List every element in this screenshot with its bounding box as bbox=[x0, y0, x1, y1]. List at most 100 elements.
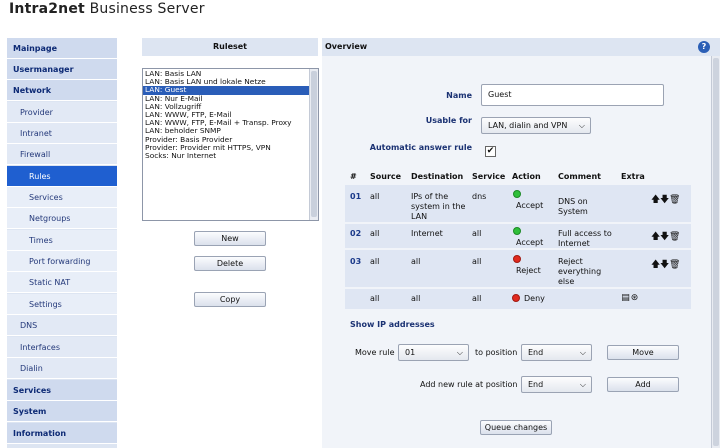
overview-header: Overview ? bbox=[322, 38, 720, 56]
sidebar-item-firewall[interactable]: Firewall bbox=[7, 144, 117, 165]
sidebar-item-port-forwarding[interactable]: Port forwarding bbox=[7, 251, 117, 272]
rule-service: all bbox=[472, 229, 482, 238]
rule-source: all bbox=[370, 257, 380, 266]
ruleset-title: Ruleset bbox=[142, 38, 318, 56]
auto-answer-label: Automatic answer rule bbox=[369, 143, 472, 152]
settings-icon[interactable]: ⊛ bbox=[630, 293, 639, 303]
rule-comment: DNS on System bbox=[558, 197, 588, 216]
ruleset-item[interactable]: Socks: Nur Internet bbox=[143, 151, 309, 160]
accept-status-icon bbox=[513, 227, 523, 237]
rule-actions: 🡅🡇🗑 bbox=[651, 229, 680, 245]
delete-icon[interactable]: 🗑 bbox=[669, 232, 680, 242]
add-button[interactable]: Add bbox=[607, 377, 679, 392]
sidebar-item-services[interactable]: Services bbox=[7, 187, 117, 208]
name-label: Name bbox=[446, 91, 472, 100]
default-rule-actions: ▤⊛ bbox=[621, 293, 639, 303]
sidebar-item-information[interactable]: Information bbox=[7, 423, 117, 444]
overview-title: Overview bbox=[325, 42, 368, 51]
rule-action: Reject bbox=[516, 266, 541, 275]
rule-action: Deny bbox=[524, 294, 545, 303]
sidebar-item-netgroups[interactable]: Netgroups bbox=[7, 208, 117, 229]
move-up-icon[interactable]: 🡅 bbox=[651, 257, 660, 273]
rule-destination: Internet bbox=[411, 229, 443, 238]
sidebar-item-provider[interactable]: Provider bbox=[7, 102, 117, 123]
ruleset-scrollbar[interactable] bbox=[309, 69, 318, 220]
sidebar-item-services-main[interactable]: Services bbox=[7, 380, 117, 401]
col-destination: Destination bbox=[411, 172, 464, 181]
rule-service: all bbox=[472, 294, 482, 303]
table-row[interactable]: 02 all Internet all Accept Full access t… bbox=[345, 224, 691, 248]
sidebar-item-settings[interactable]: Settings bbox=[7, 294, 117, 315]
col-num: # bbox=[350, 172, 357, 181]
sidebar-item-times[interactable]: Times bbox=[7, 230, 117, 251]
rule-number[interactable]: 03 bbox=[350, 257, 361, 267]
overview-panel: Overview ? Name Guest Usable for LAN, di… bbox=[322, 38, 720, 448]
move-rule-label: Move rule bbox=[355, 348, 395, 357]
move-button[interactable]: Move bbox=[607, 345, 679, 360]
log-icon[interactable]: ▤ bbox=[621, 293, 630, 303]
accept-status-icon bbox=[513, 190, 523, 200]
add-position-select[interactable]: End ⌵ bbox=[521, 376, 592, 393]
rule-number[interactable]: 02 bbox=[350, 229, 361, 239]
usable-for-label: Usable for bbox=[425, 116, 472, 125]
default-rule-row[interactable]: all all all Deny ▤⊛ bbox=[345, 289, 691, 309]
col-source: Source bbox=[370, 172, 402, 181]
rule-actions: 🡅🡇🗑 bbox=[651, 257, 680, 273]
chevron-down-icon: ⌵ bbox=[578, 121, 585, 130]
table-row[interactable]: 03 all all all Reject Reject everything … bbox=[345, 250, 691, 287]
move-down-icon[interactable]: 🡇 bbox=[660, 192, 669, 208]
help-icon[interactable]: ? bbox=[698, 41, 710, 53]
new-ruleset-button[interactable]: New bbox=[194, 231, 266, 246]
rule-source: all bbox=[370, 294, 380, 303]
col-comment: Comment bbox=[558, 172, 601, 181]
rule-destination: all bbox=[411, 257, 421, 266]
rule-source: all bbox=[370, 229, 380, 238]
rules-table-header: # Source Destination Service Action Comm… bbox=[345, 172, 691, 184]
col-service: Service bbox=[472, 172, 506, 181]
rule-action: Accept bbox=[516, 201, 544, 210]
overview-scrollbar[interactable] bbox=[711, 56, 720, 448]
delete-icon[interactable]: 🗑 bbox=[669, 260, 680, 270]
move-rule-select[interactable]: 01 ⌵ bbox=[398, 344, 469, 361]
sidebar-item-dns[interactable]: DNS bbox=[7, 315, 117, 336]
sidebar-item-rules[interactable]: Rules bbox=[7, 166, 117, 187]
move-up-icon[interactable]: 🡅 bbox=[651, 229, 660, 245]
rule-actions: 🡅🡇🗑 bbox=[651, 192, 680, 208]
table-row[interactable]: 01 all IPs of the system in the LAN dns … bbox=[345, 185, 691, 222]
col-action: Action bbox=[512, 172, 541, 181]
sidebar-item-system[interactable]: System bbox=[7, 401, 117, 422]
brand-logo: Intra2net Business Server bbox=[9, 1, 205, 17]
auto-answer-checkbox[interactable]: ✔ bbox=[485, 146, 496, 157]
delete-icon[interactable]: 🗑 bbox=[669, 195, 680, 205]
sidebar-item-intranet[interactable]: Intranet bbox=[7, 123, 117, 144]
sidebar-item-static-nat[interactable]: Static NAT bbox=[7, 272, 117, 293]
usable-for-select[interactable]: LAN, dialin and VPN ⌵ bbox=[481, 117, 591, 134]
delete-ruleset-button[interactable]: Delete bbox=[194, 256, 266, 271]
queue-changes-button[interactable]: Queue changes bbox=[480, 420, 552, 435]
move-down-icon[interactable]: 🡇 bbox=[660, 229, 669, 245]
rule-comment: Reject everything else bbox=[558, 257, 602, 286]
chevron-down-icon: ⌵ bbox=[456, 348, 463, 357]
rule-destination: all bbox=[411, 294, 421, 303]
sidebar-item-mainpage[interactable]: Mainpage bbox=[7, 38, 117, 59]
sidebar: Mainpage Usermanager Network Provider In… bbox=[7, 38, 117, 448]
sidebar-item-usermanager[interactable]: Usermanager bbox=[7, 59, 117, 80]
move-down-icon[interactable]: 🡇 bbox=[660, 257, 669, 273]
reject-status-icon bbox=[513, 255, 523, 265]
show-ip-addresses-link[interactable]: Show IP addresses bbox=[350, 320, 435, 329]
deny-status-icon bbox=[512, 294, 522, 304]
rule-comment: Full access to Internet bbox=[558, 229, 612, 248]
to-position-select[interactable]: End ⌵ bbox=[521, 344, 592, 361]
copy-ruleset-button[interactable]: Copy bbox=[194, 292, 266, 307]
ruleset-list[interactable]: LAN: Basis LAN LAN: Basis LAN und lokale… bbox=[142, 68, 319, 221]
to-position-label: to position bbox=[475, 348, 518, 357]
rule-number[interactable]: 01 bbox=[350, 192, 361, 202]
sidebar-item-dialin[interactable]: Dialin bbox=[7, 358, 117, 379]
add-rule-label: Add new rule at position bbox=[420, 380, 518, 389]
name-field[interactable]: Guest bbox=[481, 84, 664, 106]
sidebar-item-network[interactable]: Network bbox=[7, 80, 117, 101]
chevron-down-icon: ⌵ bbox=[579, 380, 586, 389]
rule-action: Accept bbox=[516, 238, 544, 247]
sidebar-item-interfaces[interactable]: Interfaces bbox=[7, 337, 117, 358]
move-up-icon[interactable]: 🡅 bbox=[651, 192, 660, 208]
